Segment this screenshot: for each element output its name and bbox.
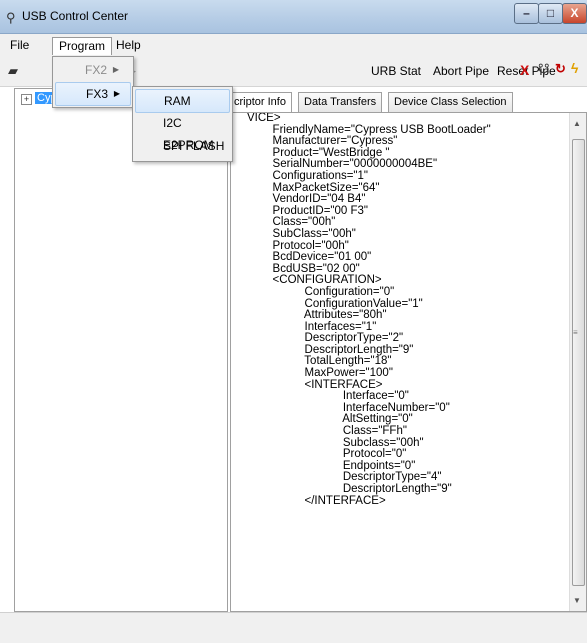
device-tree[interactable]: + Cyp bbox=[14, 88, 228, 612]
descriptor-text: VICE> FriendlyName="Cypress USB BootLoad… bbox=[247, 113, 567, 507]
menu-file[interactable]: File bbox=[4, 37, 35, 54]
menu-bar: File Program Help bbox=[0, 34, 587, 56]
descriptor-line: </INTERFACE> bbox=[247, 494, 386, 507]
descriptor-line: BcdDevice="01 00" bbox=[247, 251, 372, 264]
scroll-grip-icon: ≡ bbox=[573, 328, 578, 337]
descriptor-panel: VICE> FriendlyName="Cypress USB BootLoad… bbox=[230, 112, 587, 612]
descriptor-line: VICE> bbox=[247, 112, 281, 124]
reload-icon[interactable]: ↻ bbox=[555, 61, 566, 77]
submenu-item-ram-label: RAM bbox=[164, 94, 191, 108]
camera-icon[interactable]: ▰ bbox=[8, 63, 18, 79]
menu-item-fx3-label: FX3 bbox=[86, 87, 109, 101]
submenu-item-spi-label: SPI FLASH bbox=[163, 139, 225, 153]
menu-help[interactable]: Help bbox=[110, 37, 147, 54]
minimize-button[interactable]: – bbox=[514, 3, 539, 24]
abort-pipe-button[interactable]: Abort Pipe bbox=[433, 64, 489, 78]
menu-item-fx2[interactable]: FX2 ▶ bbox=[55, 59, 129, 81]
lightning-icon[interactable]: ϟ bbox=[571, 60, 578, 76]
tab-data-transfers[interactable]: Data Transfers bbox=[298, 92, 383, 113]
descriptor-line: Configurations="1" bbox=[247, 169, 368, 182]
window-title: USB Control Center bbox=[22, 9, 129, 23]
menu-item-fx3[interactable]: FX3 ▶ bbox=[55, 82, 131, 106]
tab-device-class-selection[interactable]: Device Class Selection bbox=[388, 92, 513, 113]
chevron-right-icon: ▶ bbox=[112, 65, 119, 74]
status-bar bbox=[0, 612, 587, 643]
stop-icon[interactable]: X bbox=[520, 62, 529, 78]
descriptor-line: DescriptorLength="9" bbox=[247, 483, 452, 495]
descriptor-line: SubClass="00h" bbox=[247, 227, 356, 240]
tab-descriptor-info[interactable]: criptor Info bbox=[228, 92, 292, 113]
descriptor-line: Attributes="80h" bbox=[247, 309, 387, 322]
title-bar: ⚲ USB Control Center – □ X bbox=[0, 0, 587, 34]
menu-item-fx2-label: FX2 bbox=[85, 63, 108, 77]
plug-icon[interactable]: ☋ bbox=[538, 61, 550, 77]
fx3-submenu: RAM I2C E2PROM SPI FLASH bbox=[132, 86, 233, 162]
tree-expand-icon[interactable]: + bbox=[21, 94, 32, 105]
vertical-scrollbar[interactable]: ▲ ≡ ▼ bbox=[569, 113, 586, 611]
descriptor-line: VendorID="04 B4" bbox=[247, 193, 366, 206]
scroll-up-icon[interactable]: ▲ bbox=[573, 119, 581, 128]
descriptor-line: Class="FFh" bbox=[247, 425, 407, 438]
usb-app-icon: ⚲ bbox=[6, 10, 16, 25]
descriptor-line: Configuration="0" bbox=[247, 285, 395, 298]
urb-stat-button[interactable]: URB Stat bbox=[371, 64, 421, 78]
submenu-item-spi-flash[interactable]: SPI FLASH bbox=[135, 135, 228, 157]
descriptor-line: MaxPower="100" bbox=[247, 367, 393, 380]
submenu-item-i2c-e2prom[interactable]: I2C E2PROM bbox=[135, 112, 228, 152]
scroll-down-icon[interactable]: ▼ bbox=[573, 596, 581, 605]
maximize-button[interactable]: □ bbox=[538, 3, 563, 24]
scroll-thumb[interactable] bbox=[572, 139, 585, 586]
program-menu: FX2 ▶ FX3 ▶ bbox=[52, 56, 134, 108]
chevron-right-icon: ▶ bbox=[113, 89, 120, 98]
submenu-item-ram[interactable]: RAM bbox=[135, 89, 230, 113]
close-button[interactable]: X bbox=[562, 3, 587, 24]
menu-program[interactable]: Program bbox=[52, 37, 113, 55]
